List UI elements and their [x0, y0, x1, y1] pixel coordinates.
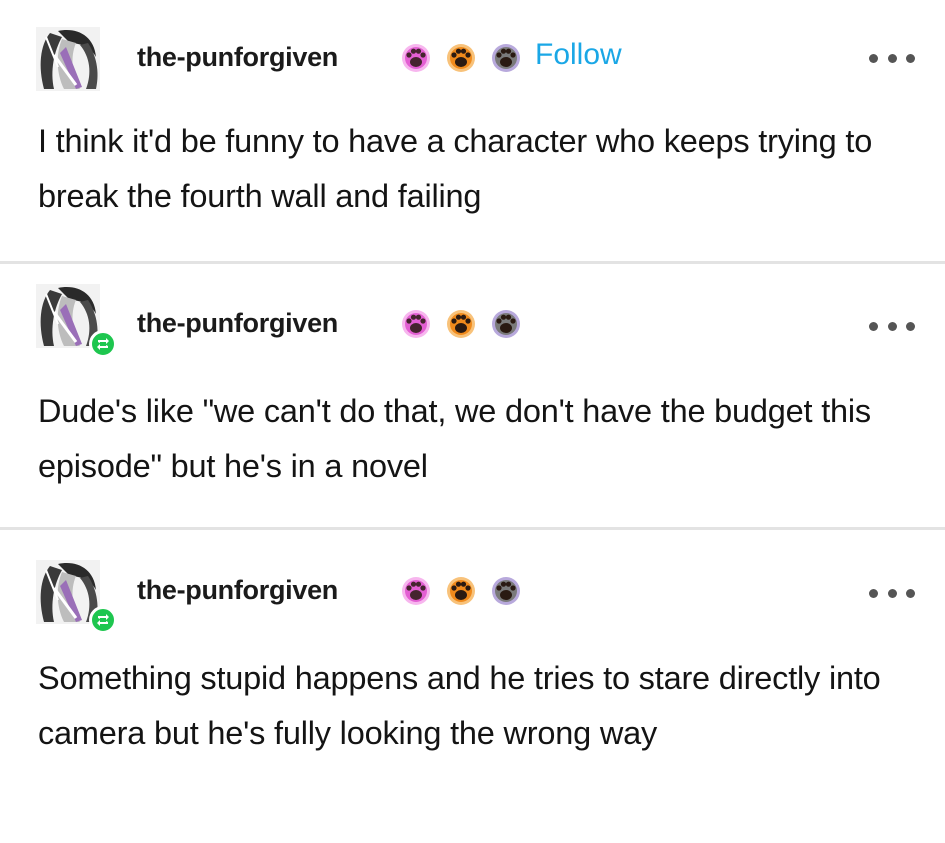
- post-body: Dude's like "we can't do that, we don't …: [38, 393, 871, 484]
- orange-paw-badge-icon: [447, 577, 475, 605]
- post-reblog-1: the-punforgiven Dude's like "we can't do…: [0, 262, 945, 528]
- orange-paw-badge-icon: [447, 310, 475, 338]
- gray-paw-badge-icon: [492, 310, 520, 338]
- username[interactable]: the-punforgiven: [137, 575, 338, 606]
- more-options-icon[interactable]: [869, 316, 915, 336]
- post-reblog-2: the-punforgiven Something stupid happens…: [0, 528, 945, 843]
- reblog-icon: [89, 330, 117, 358]
- orange-paw-badge-icon: [447, 44, 475, 72]
- pink-paw-badge-icon: [402, 44, 430, 72]
- gray-paw-badge-icon: [492, 577, 520, 605]
- pink-paw-badge-icon: [402, 310, 430, 338]
- post-body: Something stupid happens and he tries to…: [38, 660, 881, 751]
- pink-paw-badge-icon: [402, 577, 430, 605]
- username[interactable]: the-punforgiven: [137, 42, 338, 73]
- username[interactable]: the-punforgiven: [137, 308, 338, 339]
- post-body: I think it'd be funny to have a characte…: [38, 123, 873, 214]
- follow-button[interactable]: Follow: [535, 38, 622, 72]
- avatar[interactable]: [36, 27, 100, 91]
- more-options-icon[interactable]: [869, 583, 915, 603]
- more-options-icon[interactable]: [869, 48, 915, 68]
- post-original: the-punforgiven Follow I think it'd be f…: [0, 0, 945, 262]
- reblog-icon: [89, 606, 117, 634]
- gray-paw-badge-icon: [492, 44, 520, 72]
